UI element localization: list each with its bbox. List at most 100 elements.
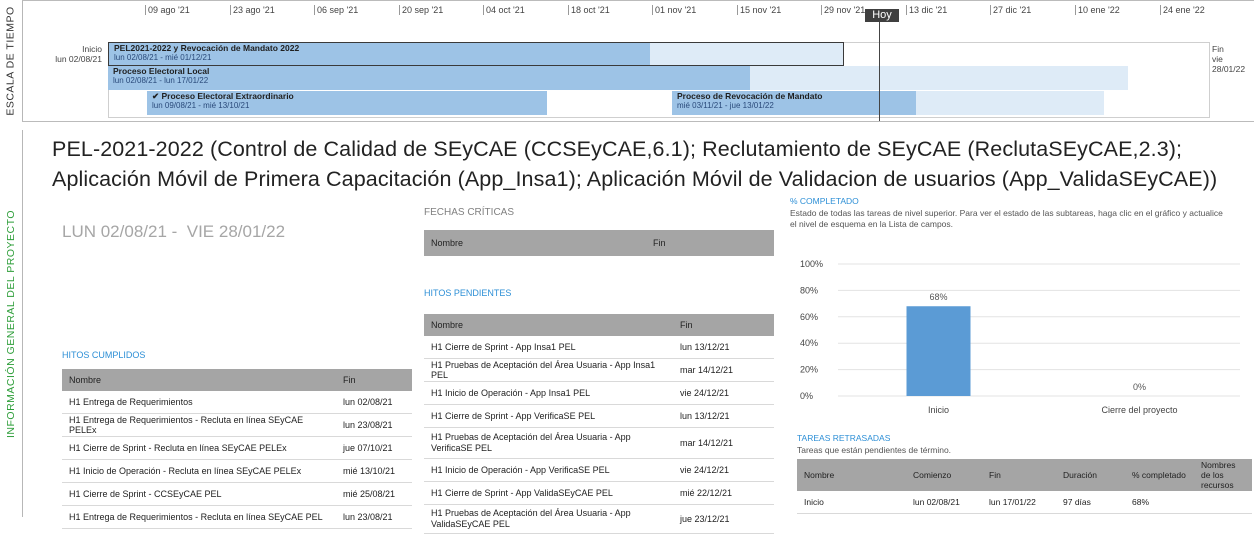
pending-col-end: Fin xyxy=(673,314,774,336)
timeline-tick: 04 oct '21 xyxy=(483,5,525,15)
cell-end: jue 07/10/21 xyxy=(336,436,412,460)
page-title-line1: PEL-2021-2022 (Control de Calidad de SEy… xyxy=(52,137,1183,161)
timeline-end-date: vie 28/01/22 xyxy=(1212,54,1246,74)
timeline-tick: 13 dic '21 xyxy=(906,5,947,15)
critical-dates-title: FECHAS CRÍTICAS xyxy=(424,207,515,218)
cell-name: Inicio xyxy=(797,491,906,514)
table-row[interactable]: H1 Entrega de Requerimientos - Recluta e… xyxy=(62,505,412,529)
cell-name: H1 Pruebas de Aceptación del Área Usuari… xyxy=(424,358,673,382)
cell-end: lun 17/01/22 xyxy=(982,491,1056,514)
timeline-tick: 29 nov '21 xyxy=(821,5,865,15)
cell-end: jue 23/12/21 xyxy=(673,504,774,534)
timeline-tick: 23 ago '21 xyxy=(230,5,275,15)
late-col-name: Nombre xyxy=(797,459,906,491)
data-label: 0% xyxy=(1133,382,1146,392)
cell-end: lun 13/12/21 xyxy=(673,404,774,428)
chart-bar xyxy=(906,306,971,396)
timeline-tick: 01 nov '21 xyxy=(652,5,696,15)
table-row[interactable]: H1 Cierre de Sprint - App ValidaSEyCAE P… xyxy=(424,481,774,505)
table-row[interactable]: H1 Cierre de Sprint - App Insa1 PEL lun 1… xyxy=(424,336,774,359)
timeline: ESCALA DE TIEMPO 09 ago '21 23 ago '21 0… xyxy=(0,0,1254,122)
table-row[interactable]: H1 Inicio de Operación - App VerificaSE … xyxy=(424,458,774,482)
timeline-tick: 10 ene '22 xyxy=(1075,5,1120,15)
data-label: 68% xyxy=(929,292,947,302)
table-row[interactable]: H1 Pruebas de Aceptación del Área Usuari… xyxy=(424,504,774,534)
cell-end: lun 23/08/21 xyxy=(336,413,412,437)
timeline-start-date: lun 02/08/21 xyxy=(55,54,102,64)
late-table: Nombre Comienzo Fin Duración % completad… xyxy=(797,459,1252,514)
timeline-bar-dates: lun 02/08/21 - lun 17/01/22 xyxy=(113,76,209,85)
cell-end: lun 23/08/21 xyxy=(336,505,412,529)
late-col-duration: Duración xyxy=(1056,459,1125,491)
y-tick-label: 60% xyxy=(800,312,818,322)
late-col-pct: % completado xyxy=(1125,459,1194,491)
timeline-tick: 09 ago '21 xyxy=(145,5,190,15)
pct-description: Estado de todas las tareas de nivel supe… xyxy=(790,208,1223,229)
table-row[interactable]: H1 Pruebas de Aceptación del Área Usuari… xyxy=(424,358,774,382)
critical-col-end: Fin xyxy=(646,230,774,256)
table-row[interactable]: H1 Cierre de Sprint - App VerificaSE PEL… xyxy=(424,404,774,428)
timeline-tick: 27 dic '21 xyxy=(990,5,1031,15)
today-marker: Hoy xyxy=(865,9,899,22)
table-row[interactable]: Inicio lun 02/08/21 lun 17/01/22 97 días… xyxy=(797,491,1252,514)
timeline-start-label: Inicio xyxy=(82,44,102,54)
table-row[interactable]: H1 Cierre de Sprint - CCSEyCAE PEL mié 25… xyxy=(62,482,412,506)
table-row[interactable]: H1 Inicio de Operación - Recluta en líne… xyxy=(62,459,412,483)
timeline-tick: 18 oct '21 xyxy=(568,5,610,15)
table-row[interactable]: H1 Entrega de Requerimientos - Recluta e… xyxy=(62,413,412,437)
late-col-end: Fin xyxy=(982,459,1056,491)
cell-name: H1 Entrega de Requerimientos - Recluta e… xyxy=(62,505,336,529)
pct-chart-svg: 100% 80% 60% 40% 20% 0% 68% Inicio 0% Cierre del … xyxy=(800,259,1240,415)
cell-resources xyxy=(1194,491,1252,514)
timeline-side-label-text: ESCALA DE TIEMPO xyxy=(5,6,17,116)
completed-title: HITOS CUMPLIDOS xyxy=(62,350,146,360)
pending-title: HITOS PENDIENTES xyxy=(424,288,512,298)
timeline-end-label: Fin xyxy=(1212,44,1224,54)
timeline-side-label: ESCALA DE TIEMPO xyxy=(0,0,23,122)
cell-name: H1 Cierre de Sprint - App Insa1 PEL xyxy=(424,336,673,359)
table-row[interactable]: H1 Entrega de Requerimientos lun 02/08/21 xyxy=(62,391,412,414)
cell-end: lun 02/08/21 xyxy=(336,391,412,414)
pct-title: % COMPLETADO xyxy=(790,196,859,206)
cell-end: mar 14/12/21 xyxy=(673,358,774,382)
completed-table: Nombre Fin H1 Entrega de Requerimientos l… xyxy=(62,369,412,529)
cell-duration: 97 días xyxy=(1056,491,1125,514)
late-col-start: Comienzo xyxy=(906,459,982,491)
x-tick-label: Inicio xyxy=(928,405,949,415)
timeline-bar-dates: lun 09/08/21 - mié 13/10/21 xyxy=(152,101,250,110)
cell-name: H1 Pruebas de Aceptación del Área Usuari… xyxy=(424,504,673,534)
timeline-tick: 15 nov '21 xyxy=(737,5,781,15)
timeline-bar-name: Proceso de Revocación de Mandato xyxy=(677,91,823,101)
table-row[interactable]: H1 Inicio de Operación - App Insa1 PEL vi… xyxy=(424,381,774,405)
cell-end: mié 13/10/21 xyxy=(336,459,412,483)
pending-col-name: Nombre xyxy=(424,314,673,336)
cell-name: H1 Entrega de Requerimientos xyxy=(62,391,336,414)
cell-name: H1 Inicio de Operación - App VerificaSE … xyxy=(424,458,673,482)
timeline-bar-local[interactable]: Proceso Electoral Local lun 02/08/21 - l… xyxy=(108,66,750,90)
cell-name: H1 Cierre de Sprint - App VerificaSE PEL xyxy=(424,404,673,428)
timeline-tick: 06 sep '21 xyxy=(314,5,358,15)
timeline-tick: 20 sep '21 xyxy=(399,5,443,15)
late-col-resources: Nombres de los recursos xyxy=(1194,459,1252,491)
completed-col-end: Fin xyxy=(336,369,412,391)
main-side-label: INFORMACIÓN GENERAL DEL PROYECTO xyxy=(0,130,23,517)
timeline-tick: 24 ene '22 xyxy=(1160,5,1205,15)
timeline-start: Inicio lun 02/08/21 xyxy=(52,44,102,64)
timeline-bar-extraordinario[interactable]: ✔ Proceso Electoral Extraordinario lun 0… xyxy=(147,91,547,115)
late-description: Tareas que están pendientes de término. xyxy=(797,445,952,455)
table-row[interactable]: H1 Pruebas de Aceptación del Área Usuari… xyxy=(424,427,774,459)
table-row[interactable]: H1 Cierre de Sprint - Recluta en línea S… xyxy=(62,436,412,460)
cell-end: lun 13/12/21 xyxy=(673,336,774,359)
cell-end: vie 24/12/21 xyxy=(673,458,774,482)
pct-chart[interactable]: 100% 80% 60% 40% 20% 0% 68% Inicio 0% Cierre del … xyxy=(790,250,1254,428)
x-tick-label: Cierre del proyecto xyxy=(1101,405,1177,415)
cell-pct: 68% xyxy=(1125,491,1194,514)
main-side-label-text: INFORMACIÓN GENERAL DEL PROYECTO xyxy=(5,209,18,438)
cell-end: mié 25/08/21 xyxy=(336,482,412,506)
cell-name: H1 Inicio de Operación - Recluta en líne… xyxy=(62,459,336,483)
cell-name: H1 Inicio de Operación - App Insa1 PEL xyxy=(424,381,673,405)
y-tick-label: 20% xyxy=(800,365,818,375)
cell-name: H1 Cierre de Sprint - CCSEyCAE PEL xyxy=(62,482,336,506)
cell-end: mar 14/12/21 xyxy=(673,427,774,459)
cell-start: lun 02/08/21 xyxy=(906,491,982,514)
